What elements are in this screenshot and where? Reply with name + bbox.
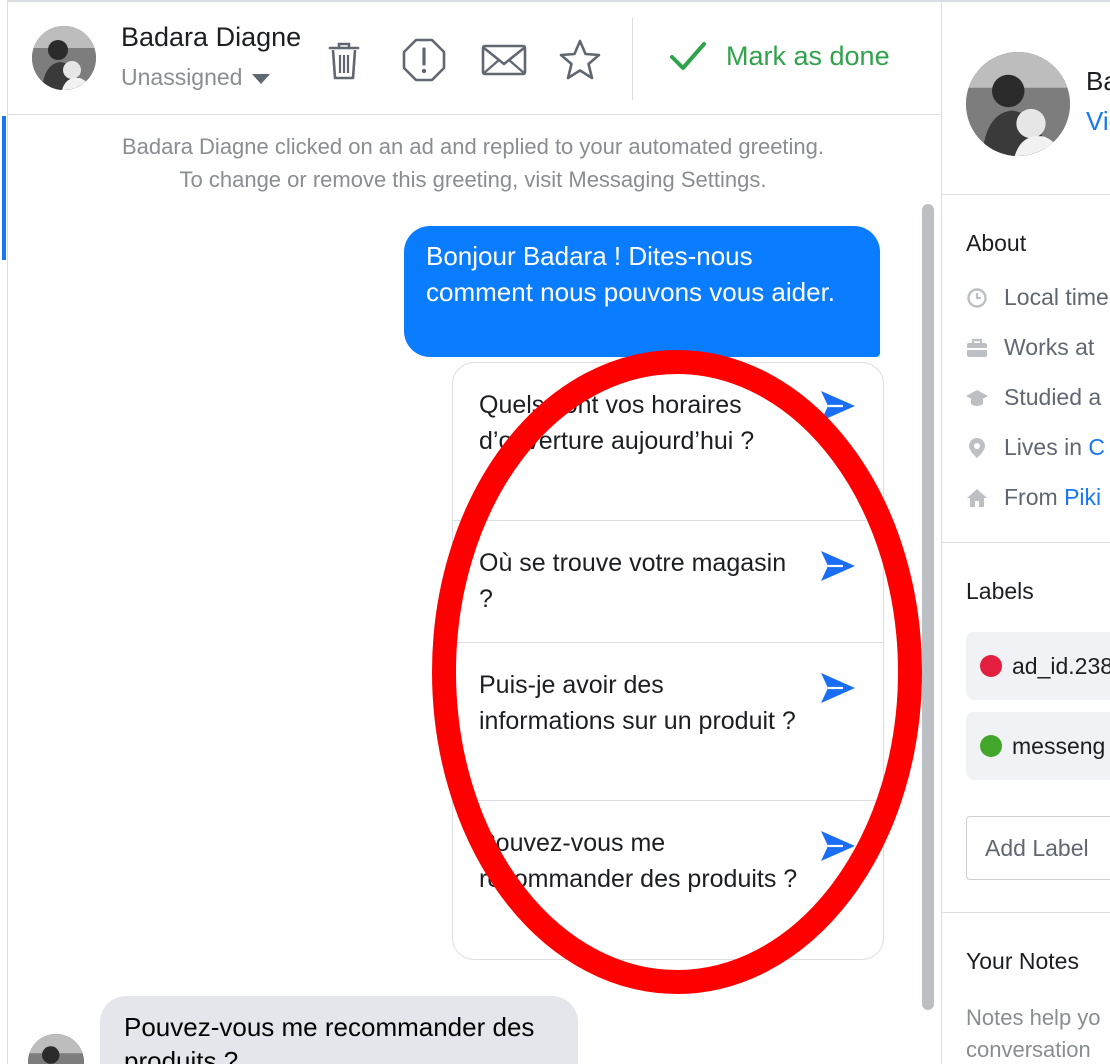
incoming-customer-message: Pouvez-vous me recommander des produits … (100, 996, 578, 1064)
quick-reply-text: Pouvez-vous me recommander des produits … (479, 829, 798, 893)
briefcase-icon (967, 338, 987, 357)
quick-reply-text: Puis-je avoir des informations sur un pr… (479, 671, 796, 735)
notes-help-line-1: Notes help yo (966, 1005, 1101, 1030)
quick-reply-item[interactable]: Quels sont vos horaires d’ouverture aujo… (453, 363, 883, 521)
about-local-time-text: Local time (1004, 284, 1109, 310)
about-local-time: Local time (966, 284, 1109, 311)
clock-icon (967, 287, 987, 308)
notes-help-line-2: conversation (966, 1037, 1091, 1062)
about-lives-in: Lives in C (966, 434, 1105, 461)
quick-reply-item[interactable]: Où se trouve votre magasin ? (453, 521, 883, 643)
add-label-input[interactable]: Add Label (966, 816, 1110, 880)
alert-icon[interactable] (400, 36, 448, 84)
quick-reply-item[interactable]: Puis-je avoir des informations sur un pr… (453, 643, 883, 801)
assignment-dropdown[interactable]: Unassigned (121, 64, 271, 91)
mark-as-done-button[interactable]: Mark as done (668, 36, 890, 76)
about-from-text: From Piki (1004, 484, 1101, 511)
caret-down-icon (252, 73, 271, 84)
notice-line-2: To change or remove this greeting, visit… (179, 167, 767, 192)
about-from: From Piki (966, 484, 1101, 511)
send-icon[interactable] (819, 549, 857, 583)
customer-avatar (28, 1034, 84, 1064)
labels-heading: Labels (966, 578, 1034, 604)
mark-as-done-label: Mark as done (726, 40, 890, 71)
about-studied-at: Studied a (966, 384, 1101, 411)
conversation-area: Badara Diagne clicked on an ad and repli… (8, 116, 940, 1064)
send-icon[interactable] (819, 829, 857, 863)
about-works-at-text: Works at (1004, 334, 1095, 360)
contact-name: Badara Diagne (121, 22, 302, 52)
quick-reply-text: Où se trouve votre magasin ? (479, 549, 787, 613)
quick-replies-panel: Quels sont vos horaires d’ouverture aujo… (452, 362, 884, 960)
checkmark-icon (670, 42, 706, 70)
label-color-dot (980, 655, 1002, 677)
label-chip[interactable]: messeng (966, 712, 1110, 780)
avatar-photo-icon (966, 52, 1070, 156)
contact-avatar[interactable] (32, 26, 96, 90)
panel-contact-avatar (966, 52, 1070, 156)
star-icon[interactable] (556, 36, 604, 84)
outgoing-greeting-message: Bonjour Badara ! Dites-nous comment nous… (404, 226, 880, 357)
location-pin-icon (969, 437, 985, 458)
label-color-dot (980, 735, 1002, 757)
label-chip[interactable]: ad_id.238 (966, 632, 1110, 700)
notes-help-text: Notes help yo conversation (966, 1002, 1101, 1064)
about-lives-in-text: Lives in C (1004, 434, 1105, 461)
header-divider (632, 18, 633, 100)
lives-in-label: Lives in (1004, 434, 1089, 460)
panel-divider (942, 194, 1110, 195)
active-thread-indicator (2, 116, 6, 260)
from-label: From (1004, 484, 1065, 510)
ad-greeting-notice: Badara Diagne clicked on an ad and repli… (8, 130, 938, 196)
conversation-header: Badara Diagne Unassigned Mark as done (8, 2, 940, 115)
contact-details-panel: Ba Vie About Local time Works at Studied… (941, 2, 1110, 1064)
lives-in-link[interactable]: C (1088, 434, 1105, 460)
label-text: ad_id.238 (1012, 652, 1110, 679)
panel-contact-name: Ba (1086, 66, 1110, 96)
about-works-at: Works at (966, 334, 1094, 361)
notice-line-1: Badara Diagne clicked on an ad and repli… (121, 134, 825, 159)
quick-reply-item[interactable]: Pouvez-vous me recommander des produits … (453, 801, 883, 959)
home-icon (967, 488, 987, 507)
avatar-photo-icon (28, 1034, 84, 1064)
send-icon[interactable] (819, 671, 857, 705)
quick-reply-text: Quels sont vos horaires d’ouverture aujo… (479, 391, 755, 455)
label-text: messeng (1012, 732, 1106, 759)
graduation-cap-icon (966, 389, 988, 406)
your-notes-heading: Your Notes (966, 948, 1079, 974)
conversation-scrollbar[interactable] (922, 204, 934, 1010)
panel-divider (942, 912, 1110, 913)
mail-icon[interactable] (480, 36, 528, 84)
avatar-photo-icon (32, 26, 96, 90)
trash-icon[interactable] (320, 36, 368, 84)
about-studied-at-text: Studied a (1004, 384, 1102, 410)
from-link[interactable]: Piki (1064, 484, 1101, 510)
view-profile-link[interactable]: Vie (1086, 106, 1110, 137)
about-heading: About (966, 230, 1027, 256)
panel-divider (942, 542, 1110, 543)
assignment-value: Unassigned (121, 64, 243, 90)
send-icon[interactable] (819, 389, 857, 423)
